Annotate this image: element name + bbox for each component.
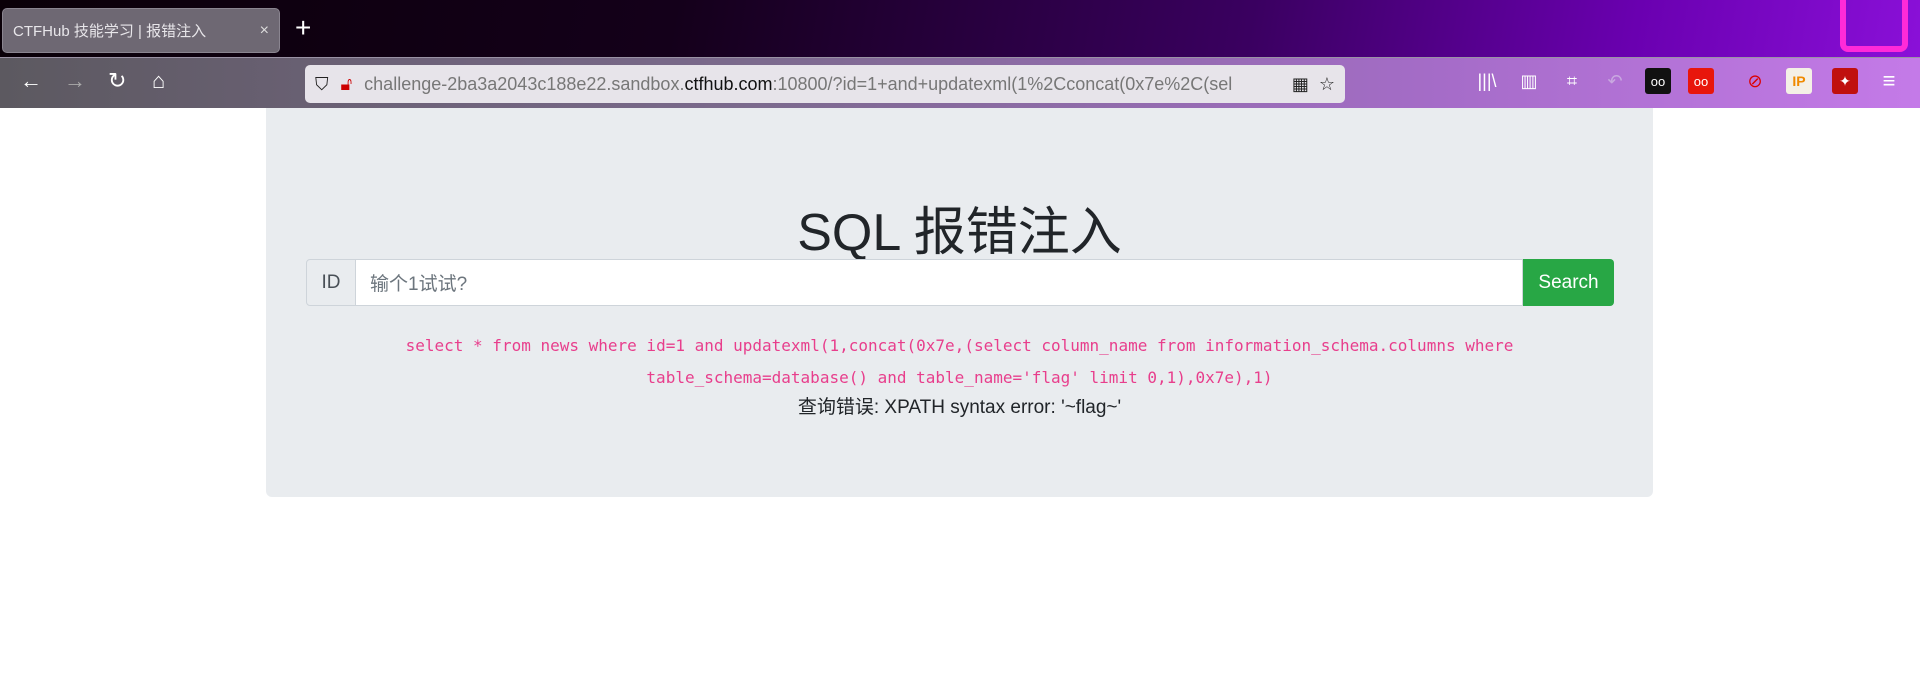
shield-icon[interactable]: ⛉: [315, 74, 329, 95]
crop-icon[interactable]: ⌗: [1559, 68, 1585, 94]
back-button[interactable]: ←: [20, 68, 42, 94]
extension-glasses-icon[interactable]: oo: [1645, 68, 1671, 94]
home-button[interactable]: ⌂: [152, 68, 165, 94]
insecure-lock-icon[interactable]: 🔓︎: [341, 74, 353, 95]
theme-logo-icon: [1840, 0, 1908, 52]
jumbotron: SQL 报错注入 ID 输个1试试? Search select * from …: [266, 108, 1653, 497]
tab-title: CTFHub 技能学习 | 报错注入: [13, 23, 207, 40]
new-tab-button[interactable]: +: [295, 12, 311, 44]
extension-ip-icon[interactable]: IP: [1786, 68, 1812, 94]
id-label: ID: [306, 259, 356, 306]
id-input[interactable]: 输个1试试?: [356, 259, 1523, 306]
browser-tab[interactable]: CTFHub 技能学习 | 报错注入 ×: [2, 8, 280, 53]
url-text[interactable]: challenge-2ba3a2043c188e22.sandbox.ctfhu…: [364, 74, 1282, 95]
nav-bar: ← → ↻ ⌂ ⛉ 🔓︎ challenge-2ba3a2043c188e22.…: [0, 57, 1920, 108]
sql-query-text: select * from news where id=1 and update…: [405, 336, 1514, 387]
search-input-group: ID 输个1试试? Search: [306, 259, 1614, 306]
undo-icon[interactable]: ↶: [1602, 68, 1628, 94]
library-icon[interactable]: |||\: [1474, 68, 1500, 94]
extension-red-icon[interactable]: oo: [1688, 68, 1714, 94]
qr-code-icon[interactable]: ▦: [1292, 74, 1309, 95]
url-bar[interactable]: ⛉ 🔓︎ challenge-2ba3a2043c188e22.sandbox.…: [305, 65, 1345, 103]
reload-button[interactable]: ↻: [108, 68, 126, 94]
bookmark-star-icon[interactable]: ☆: [1319, 74, 1335, 95]
close-tab-icon[interactable]: ×: [260, 22, 269, 40]
sidebar-icon[interactable]: ▥: [1516, 68, 1542, 94]
page-content: SQL 报错注入 ID 输个1试试? Search select * from …: [0, 108, 1920, 687]
extension-blocked-icon[interactable]: ⊘: [1742, 68, 1768, 94]
forward-button[interactable]: →: [64, 68, 86, 94]
tab-bar: CTFHub 技能学习 | 报错注入 × +: [0, 0, 1920, 57]
extension-wand-icon[interactable]: ✦: [1832, 68, 1858, 94]
menu-icon[interactable]: ≡: [1876, 68, 1902, 94]
error-message: 查询错误: XPATH syntax error: '~flag~': [797, 397, 1122, 418]
search-button[interactable]: Search: [1523, 259, 1614, 306]
page-title: SQL 报错注入: [797, 204, 1122, 262]
